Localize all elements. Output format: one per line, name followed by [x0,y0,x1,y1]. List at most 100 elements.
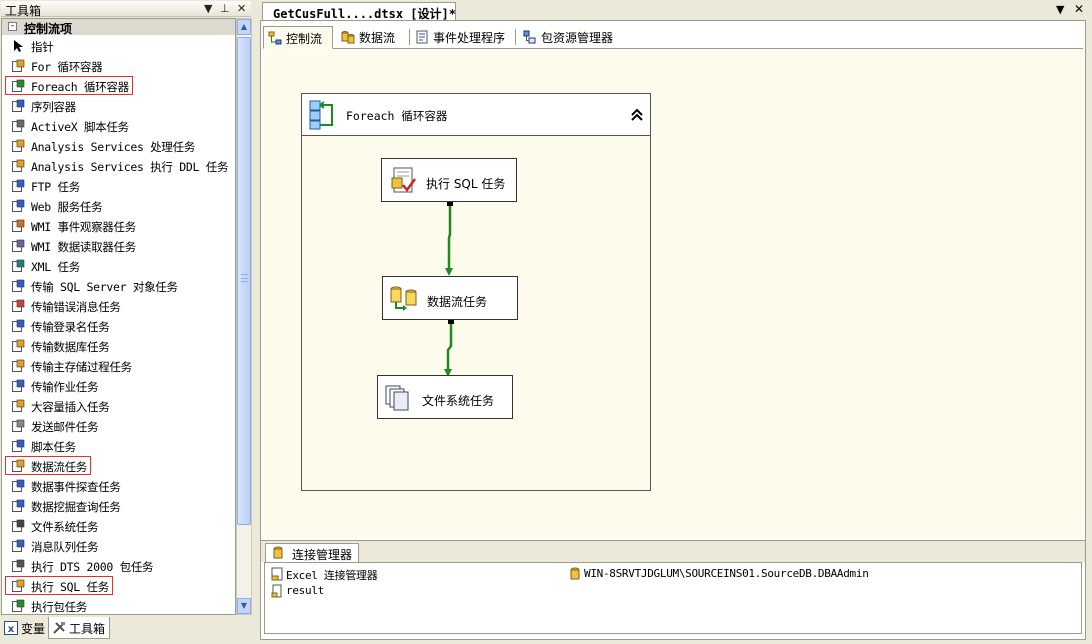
connection-oledb[interactable]: WIN-8SRVTJDGLUM\SOURCEINS01.SourceDB.DBA… [569,566,869,582]
analysis-process-icon [12,139,25,152]
wmi-event-icon [12,219,25,232]
control-flow-canvas[interactable]: Foreach 循环容器 执行 SQL 任务 数据流任务 文件系统任务 [263,50,1083,538]
highlight-box [5,76,133,95]
toolbox-item-label: For 循环容器 [31,60,103,74]
tab-package-explorer[interactable]: 包资源管理器 [519,26,629,48]
data-profiling-icon [12,479,25,492]
toolbox-item[interactable]: 数据挖掘查询任务 [2,496,235,516]
toolbox-item-label: 传输主存储过程任务 [31,360,132,374]
tab-data-flow-label: 数据流 [359,31,396,45]
toolbox-item-label: XML 任务 [31,260,80,274]
transfer-procs-icon [12,359,25,372]
dropdown-icon[interactable]: ▼ [204,2,212,15]
connection-oledb-label: WIN-8SRVTJDGLUM\SOURCEINS01.SourceDB.DBA… [584,567,869,580]
toolbox-scrollbar[interactable]: ▲ ▼ [236,18,252,615]
section-header-control-flow[interactable]: - 控制流项 [2,19,235,36]
execute-sql-task-label: 执行 SQL 任务 [426,177,506,191]
toolbox-list: - 控制流项 指针 For 循环容器 Foreach 循环容器 序列容器 ActiveX… [1,18,236,615]
pin-icon[interactable]: ⊥ [220,2,230,15]
tab-event-handlers-label: 事件处理程序 [433,31,506,45]
toolbox-item[interactable]: 序列容器 [2,96,235,116]
toolbox-item[interactable]: WMI 数据读取器任务 [2,236,235,256]
toolbox-item-label: FTP 任务 [31,180,80,194]
toolbox-item-label: 执行 DTS 2000 包任务 [31,560,154,574]
tab-variables[interactable]: x 变量 [2,617,48,639]
dts2000-icon [12,559,25,572]
doc-close-icon[interactable]: ✕ [1074,2,1084,16]
transfer-objects-icon [12,279,25,292]
toolbox-item-label: 文件系统任务 [31,520,99,534]
document-tab[interactable]: GetCusFull....dtsx [设计]* [262,2,456,21]
toolbox-item[interactable]: 消息队列任务 [2,536,235,556]
toolbox-item[interactable]: FTP 任务 [2,176,235,196]
toolbox-item[interactable]: Analysis Services 处理任务 [2,136,235,156]
foreach-loop-container[interactable]: Foreach 循环容器 执行 SQL 任务 数据流任务 文件系统任务 [301,93,651,491]
toolbox-item[interactable]: 传输 SQL Server 对象任务 [2,276,235,296]
connection-manager-tabbar: 连接管理器 [261,540,1085,563]
pointer-icon [14,40,23,52]
doc-dropdown-icon[interactable]: ▼ [1056,3,1064,16]
tab-variables-label: 变量 [21,622,46,636]
toolbox-item[interactable]: ActiveX 脚本任务 [2,116,235,136]
bottom-tab-strip: x 变量 工具箱 [0,615,253,644]
toolbox-item[interactable]: 传输错误消息任务 [2,296,235,316]
highlight-box [5,576,113,595]
tab-toolbox[interactable]: 工具箱 [48,617,110,639]
toolbox-item-label: 消息队列任务 [31,540,99,554]
toolbox-item-label: Web 服务任务 [31,200,103,214]
toolbox-item[interactable]: For 循环容器 [2,56,235,76]
toolbox-item[interactable]: 文件系统任务 [2,516,235,536]
toolbox-item-label: Analysis Services 执行 DDL 任务 [31,160,229,174]
toolbox-item[interactable]: Analysis Services 执行 DDL 任务 [2,156,235,176]
scroll-thumb[interactable] [237,37,251,525]
xml-icon [12,259,25,272]
toolbox-item[interactable]: 指针 [2,36,235,56]
connection-result[interactable]: result [271,583,351,599]
toolbox-item[interactable]: 大容量插入任务 [2,396,235,416]
scroll-up-icon[interactable]: ▲ [237,19,251,35]
sequence-container-icon [12,99,25,112]
scroll-down-icon[interactable]: ▼ [237,598,251,614]
toolbox-item[interactable]: 传输数据库任务 [2,336,235,356]
toolbox-item[interactable]: WMI 事件观察器任务 [2,216,235,236]
toolbox-pane: 工具箱 ▼ ⊥ ✕ - 控制流项 指针 For 循环容器 Foreach 循环容器序… [0,0,253,644]
file-system-icon [385,385,409,411]
tab-control-flow[interactable]: 控制流 [263,26,333,49]
toolbox-item[interactable]: 脚本任务 [2,436,235,456]
script-icon [12,439,25,452]
toolbox-item[interactable]: Foreach 循环容器 [2,76,235,96]
toolbox-item[interactable]: 发送邮件任务 [2,416,235,436]
section-label: 控制流项 [24,22,73,36]
data-flow-task[interactable]: 数据流任务 [382,276,518,320]
execute-package-icon [12,599,25,612]
tab-connection-managers[interactable]: 连接管理器 [265,543,359,563]
transfer-jobs-icon [12,379,25,392]
data-mining-icon [12,499,25,512]
tab-event-handlers[interactable]: 事件处理程序 [411,26,511,48]
toolbox-item[interactable]: 执行 SQL 任务 [2,576,235,596]
tab-data-flow[interactable]: 数据流 [337,26,407,48]
toolbox-item[interactable]: 传输登录名任务 [2,316,235,336]
toolbox-item[interactable]: 传输作业任务 [2,376,235,396]
toolbox-item[interactable]: 数据事件探查任务 [2,476,235,496]
toolbox-item-label: 传输错误消息任务 [31,300,121,314]
connection-excel[interactable]: Excel 连接管理器 [271,566,411,582]
close-icon[interactable]: ✕ [237,2,246,15]
toolbox-item[interactable]: Web 服务任务 [2,196,235,216]
toolbox-item-label: 大容量插入任务 [31,400,110,414]
toolbox-item[interactable]: 执行 DTS 2000 包任务 [2,556,235,576]
file-system-task[interactable]: 文件系统任务 [377,375,513,419]
toolbox-item[interactable]: 传输主存储过程任务 [2,356,235,376]
designer-surface: 控制流 数据流 事件处理程序 包资源管理器 Foreach 循环容器 执行 SQ… [260,20,1086,640]
toolbox-title: 工具箱 [5,4,42,18]
execute-sql-task[interactable]: 执行 SQL 任务 [381,158,517,202]
collapse-minus-icon[interactable]: - [8,22,17,31]
file-system-task-label: 文件系统任务 [422,394,495,408]
data-flow-icon [390,286,417,311]
toolbox-item[interactable]: XML 任务 [2,256,235,276]
transfer-errors-icon [12,299,25,312]
toolbox-item[interactable]: 执行包任务 [2,596,235,614]
package-explorer-icon [523,30,536,44]
variables-icon: x [4,621,18,635]
toolbox-item[interactable]: 数据流任务 [2,456,235,476]
